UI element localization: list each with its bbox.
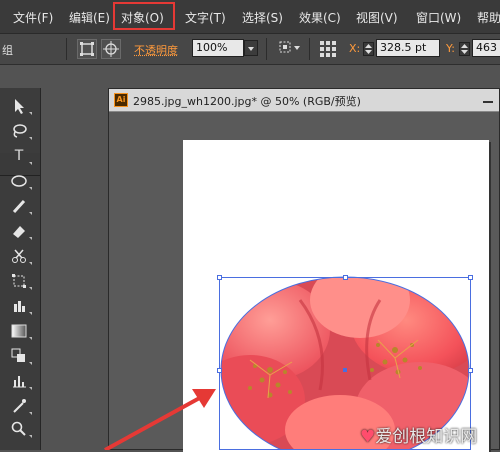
watermark-text: 爱创根知识网: [375, 427, 478, 447]
annotation-arrow: [104, 389, 216, 450]
resize-handle-top-right[interactable]: [468, 275, 473, 280]
heart-icon: ♥: [360, 427, 376, 447]
resize-handle-top[interactable]: [343, 275, 348, 280]
resize-handle-right[interactable]: [468, 368, 473, 373]
resize-handle-top-left[interactable]: [217, 275, 222, 280]
watermark: ♥爱创根知识网: [360, 422, 477, 447]
resize-handle-left[interactable]: [217, 368, 222, 373]
